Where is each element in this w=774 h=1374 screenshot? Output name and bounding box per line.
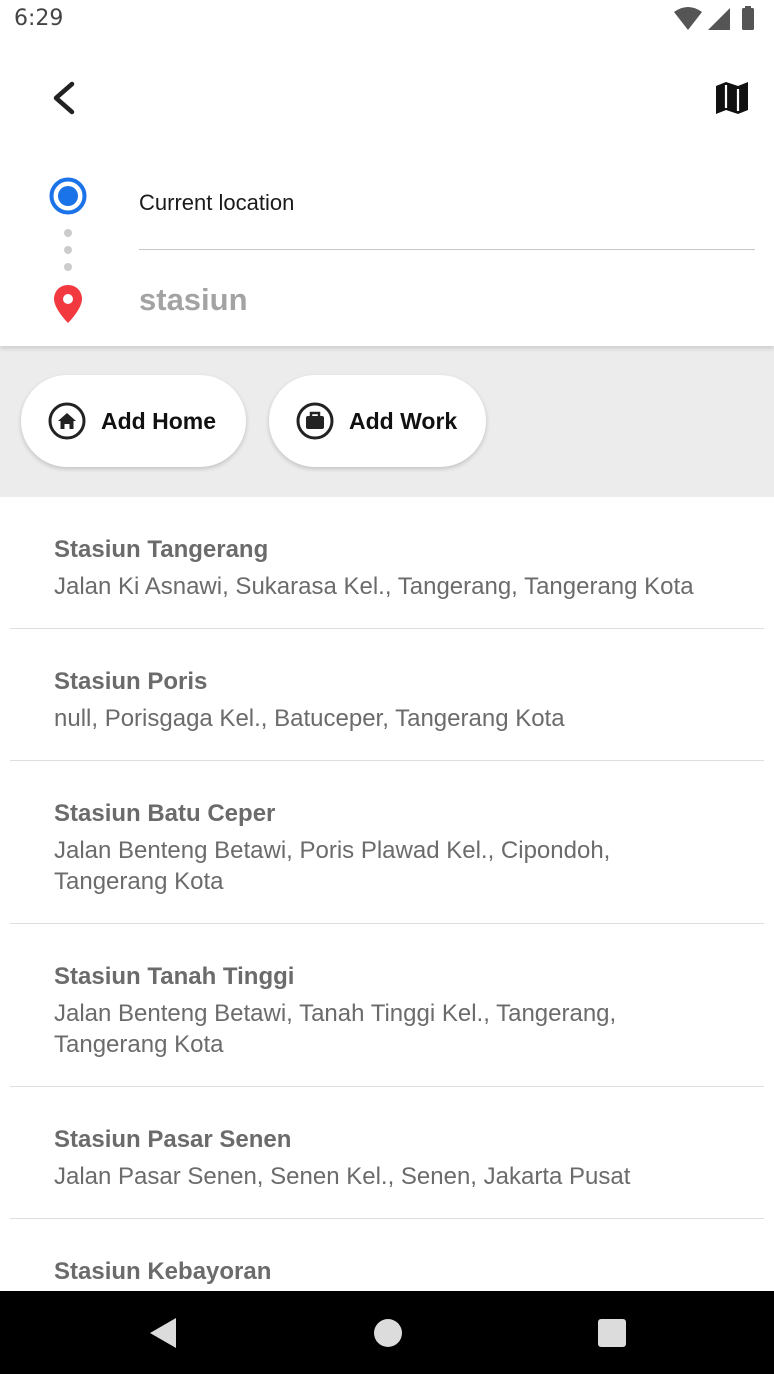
map-icon xyxy=(716,82,748,114)
add-work-label: Add Work xyxy=(349,407,458,434)
result-address: Jalan Benteng Betawi, Tanah Tinggi Kel.,… xyxy=(54,1000,617,1058)
result-title: Stasiun Tangerang xyxy=(54,536,269,563)
system-home-button[interactable] xyxy=(368,1313,408,1353)
list-item[interactable]: Stasiun Batu Ceper Jalan Benteng Betawi,… xyxy=(10,761,764,924)
list-item[interactable]: Stasiun Poris null, Porisgaga Kel., Batu… xyxy=(10,629,764,761)
result-address: Jalan Benteng Betawi, Poris Plawad Kel.,… xyxy=(54,837,611,895)
shortcut-bar: Add Home Add Work xyxy=(0,346,774,497)
destination-field[interactable]: stasiun xyxy=(139,274,755,326)
list-item[interactable]: Stasiun Tanah Tinggi Jalan Benteng Betaw… xyxy=(10,924,764,1087)
add-home-label: Add Home xyxy=(101,407,216,434)
result-address: null, Porisgaga Kel., Batuceper, Tangera… xyxy=(54,705,565,732)
status-bar: 6:29 xyxy=(0,0,774,40)
list-item[interactable]: Stasiun Tangerang Jalan Ki Asnawi, Sukar… xyxy=(10,497,764,629)
status-time: 6:29 xyxy=(14,6,64,31)
map-view-button[interactable] xyxy=(704,70,760,126)
system-recents-button[interactable] xyxy=(592,1313,632,1353)
result-title: Stasiun Poris xyxy=(54,668,208,695)
home-icon xyxy=(48,402,86,440)
chevron-left-icon xyxy=(53,81,75,115)
triangle-back-icon xyxy=(150,1318,176,1348)
battery-icon xyxy=(742,8,754,30)
list-item[interactable]: Stasiun Pasar Senen Jalan Pasar Senen, S… xyxy=(10,1087,764,1219)
destination-field-text: stasiun xyxy=(139,282,248,317)
status-icons xyxy=(674,6,754,30)
briefcase-icon xyxy=(296,402,334,440)
result-address: Jalan Pasar Senen, Senen Kel., Senen, Ja… xyxy=(54,1163,631,1190)
system-navigation-bar xyxy=(0,1291,774,1374)
route-panel: Current location stasiun xyxy=(0,160,774,346)
search-results-list: Stasiun Tangerang Jalan Ki Asnawi, Sukar… xyxy=(0,497,774,1291)
add-work-button[interactable]: Add Work xyxy=(269,375,486,467)
system-back-button[interactable] xyxy=(141,1313,181,1353)
square-recents-icon xyxy=(598,1319,626,1347)
result-title: Stasiun Pasar Senen xyxy=(54,1126,292,1153)
add-home-button[interactable]: Add Home xyxy=(21,375,246,467)
result-title: Stasiun Batu Ceper xyxy=(54,800,276,827)
destination-pin-icon xyxy=(54,285,82,323)
back-button[interactable] xyxy=(36,70,92,126)
top-toolbar xyxy=(0,40,774,160)
result-title: Stasiun Tanah Tinggi xyxy=(54,963,295,990)
origin-field[interactable]: Current location xyxy=(139,180,755,250)
result-title: Stasiun Kebayoran xyxy=(54,1258,272,1285)
signal-icon xyxy=(708,8,730,30)
current-location-icon xyxy=(49,177,87,215)
route-dots-icon xyxy=(64,229,72,271)
circle-home-icon xyxy=(374,1319,402,1347)
origin-field-text: Current location xyxy=(139,190,295,215)
result-address: Jalan Ki Asnawi, Sukarasa Kel., Tangeran… xyxy=(54,573,694,600)
wifi-icon xyxy=(674,7,702,30)
list-item[interactable]: Stasiun Kebayoran xyxy=(10,1219,764,1291)
